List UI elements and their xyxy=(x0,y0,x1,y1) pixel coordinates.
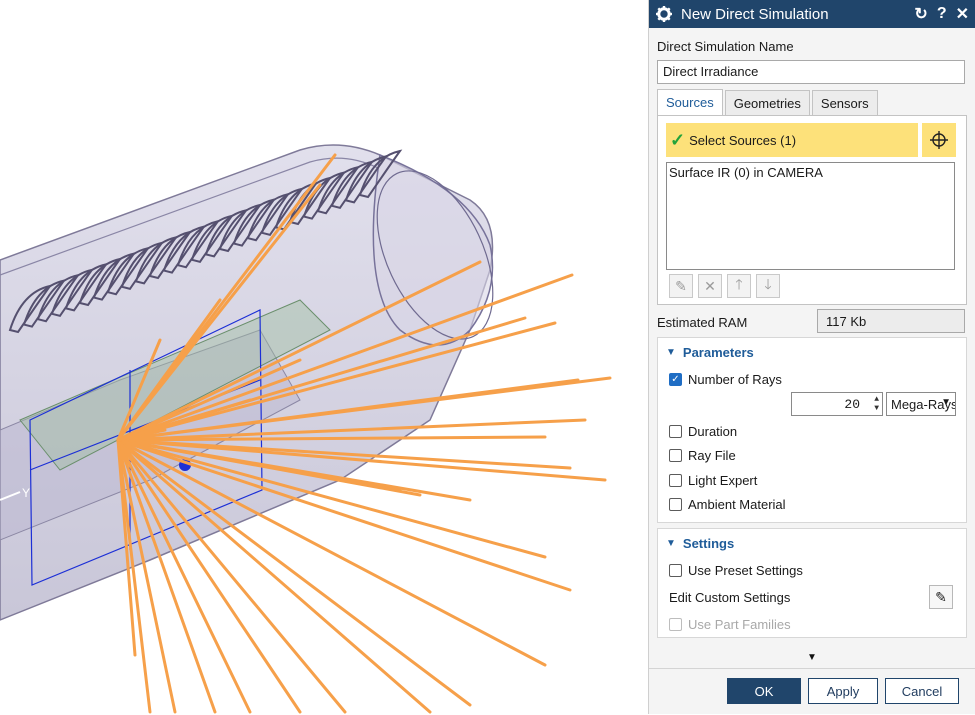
settings-header[interactable]: ▼ Settings xyxy=(666,536,734,551)
number-of-rays-checkbox[interactable]: ✓ Number of Rays xyxy=(669,372,782,387)
edit-settings-icon: ✎ xyxy=(935,588,947,605)
ray-file-checkbox[interactable]: Ray File xyxy=(669,448,736,463)
list-toolbar: ✎ ✕ 🡑 🡓 xyxy=(669,274,785,298)
move-down-button[interactable]: 🡓 xyxy=(756,274,780,298)
checkbox-icon xyxy=(669,474,682,487)
crosshair-icon xyxy=(930,131,948,149)
checkbox-icon xyxy=(669,498,682,511)
estimated-ram-value: 117 Kb xyxy=(817,309,965,333)
dialog-titlebar[interactable]: New Direct Simulation ↻ ? ✕ xyxy=(649,0,975,28)
remove-icon: ✕ xyxy=(704,277,716,294)
ray-file-label: Ray File xyxy=(688,448,736,463)
parameters-header[interactable]: ▼ Parameters xyxy=(666,345,754,360)
housing-end-cap xyxy=(372,153,494,346)
estimated-ram-label: Estimated RAM xyxy=(657,315,748,330)
simulation-name-input[interactable]: Direct Irradiance xyxy=(657,60,965,84)
select-sources-bar[interactable]: ✓ Select Sources (1) xyxy=(666,123,918,157)
edit-icon: ✎ xyxy=(675,277,687,294)
sources-tab-panel: ✓ Select Sources (1) Surface IR (0) in C… xyxy=(657,115,967,305)
reset-icon[interactable]: ↻ xyxy=(914,4,927,24)
ambient-material-label: Ambient Material xyxy=(688,497,786,512)
edit-source-button[interactable]: ✎ xyxy=(669,274,693,298)
camera-model-scene: Y xyxy=(0,144,612,714)
tab-sensors[interactable]: Sensors xyxy=(811,90,878,118)
use-part-families-label: Use Part Families xyxy=(688,617,791,632)
duration-checkbox[interactable]: Duration xyxy=(669,424,737,439)
dialog-title: New Direct Simulation xyxy=(681,5,829,23)
parameters-header-label: Parameters xyxy=(682,345,754,360)
move-up-button[interactable]: 🡑 xyxy=(727,274,751,298)
checkbox-icon xyxy=(669,564,682,577)
tab-geometries[interactable]: Geometries xyxy=(724,90,810,118)
settings-header-label: Settings xyxy=(682,536,735,551)
parameters-group: ▼ Parameters ✓ Number of Rays 20 ▲ ▼ Mega… xyxy=(657,337,967,523)
ok-button[interactable]: OK xyxy=(727,678,801,704)
pick-source-button[interactable] xyxy=(922,123,956,157)
remove-source-button[interactable]: ✕ xyxy=(698,274,722,298)
new-direct-simulation-dialog: New Direct Simulation ↻ ? ✕ Direct Simul… xyxy=(648,0,975,714)
arrow-up-icon: 🡑 xyxy=(735,276,743,292)
simulation-name-label: Direct Simulation Name xyxy=(657,39,794,54)
use-preset-settings-label: Use Preset Settings xyxy=(688,563,803,578)
number-of-rays-label: Number of Rays xyxy=(688,372,782,387)
chevron-down-icon: ▼ xyxy=(941,397,951,408)
tab-sources[interactable]: Sources xyxy=(657,89,723,117)
help-icon[interactable]: ? xyxy=(937,5,947,23)
use-part-families-checkbox: Use Part Families xyxy=(669,617,791,632)
list-item[interactable]: Surface IR (0) in CAMERA xyxy=(669,165,952,180)
source-list[interactable]: Surface IR (0) in CAMERA xyxy=(666,162,955,270)
dialog-footer: OK Apply Cancel xyxy=(649,668,975,715)
number-of-rays-stepper[interactable]: 20 ▲ ▼ xyxy=(791,392,883,416)
apply-button[interactable]: Apply xyxy=(808,678,878,704)
checkbox-icon xyxy=(669,425,682,438)
collapse-arrow-icon: ▼ xyxy=(666,538,676,549)
ambient-material-checkbox[interactable]: Ambient Material xyxy=(669,497,786,512)
use-preset-settings-checkbox[interactable]: Use Preset Settings xyxy=(669,563,803,578)
duration-label: Duration xyxy=(688,424,738,439)
close-icon[interactable]: ✕ xyxy=(956,4,969,24)
stepper-arrows-icon[interactable]: ▲ ▼ xyxy=(874,395,879,413)
edit-custom-settings-button[interactable]: ✎ xyxy=(929,585,953,609)
edit-custom-settings-label: Edit Custom Settings xyxy=(669,590,791,605)
collapse-arrow-icon: ▼ xyxy=(666,347,676,358)
arrow-down-icon: 🡓 xyxy=(764,276,772,292)
checkmark-icon: ✓ xyxy=(670,129,686,150)
gear-icon xyxy=(656,6,672,22)
rays-unit-select[interactable]: Mega-Rays ▼ xyxy=(886,392,956,416)
number-of-rays-value: 20 xyxy=(844,397,860,412)
more-options-arrow-icon[interactable]: ▼ xyxy=(807,652,817,663)
cancel-button[interactable]: Cancel xyxy=(885,678,959,704)
light-expert-label: Light Expert xyxy=(688,473,758,488)
tab-strip: Sources Geometries Sensors xyxy=(657,89,880,118)
checkbox-icon xyxy=(669,449,682,462)
axis-label: Y xyxy=(22,486,30,500)
light-expert-checkbox[interactable]: Light Expert xyxy=(669,473,757,488)
checkbox-checked-icon: ✓ xyxy=(669,373,682,386)
checkbox-disabled-icon xyxy=(669,618,682,631)
select-sources-label: Select Sources (1) xyxy=(689,132,797,148)
graphics-viewport[interactable]: Y xyxy=(0,0,648,714)
settings-group: ▼ Settings Use Preset Settings Edit Cust… xyxy=(657,528,967,638)
